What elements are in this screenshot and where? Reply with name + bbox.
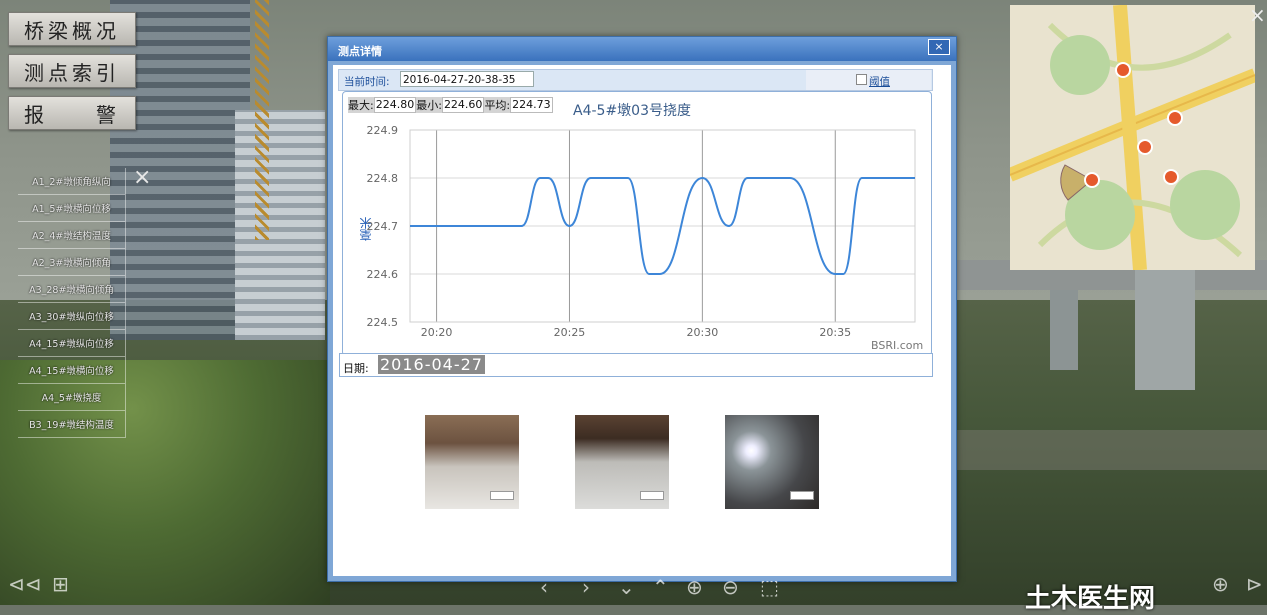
zoom-icon[interactable]: ⊕ [1212, 572, 1229, 596]
y-tick-label: 224.6 [367, 268, 399, 281]
alarm-button[interactable]: 报 警 [8, 96, 136, 130]
dialog-close-button[interactable]: × [928, 39, 950, 55]
rewind-icon[interactable]: ⊲⊲ [8, 572, 42, 596]
list-item[interactable]: A3_28#墩横向倾角 [18, 276, 126, 303]
grid-icon[interactable]: ⊞ [52, 572, 69, 596]
dialog-content: 当前时间: 2016-04-27-20-38-35 阈值 最大: 224.80 … [333, 65, 951, 576]
fullscreen-icon[interactable]: ⬚ [760, 575, 779, 599]
building-left [110, 0, 250, 340]
x-tick-label: 20:30 [687, 326, 719, 339]
x-tick-label: 20:20 [421, 326, 453, 339]
list-item[interactable]: A1_5#墩横向位移 [18, 195, 126, 222]
chart-panel: 最大: 224.80 最小: 224.60 平均: 224.73 A4-5#墩0… [342, 91, 932, 356]
point-list: A1_2#墩倾角纵向 A1_5#墩横向位移 A2_4#墩结构温度 A2_3#墩横… [18, 168, 126, 438]
crane [255, 0, 269, 240]
time-toolbar: 当前时间: 2016-04-27-20-38-35 阈值 [338, 69, 933, 91]
y-tick-label: 224.9 [367, 124, 399, 137]
threshold-checkbox[interactable] [856, 74, 867, 85]
y-tick-label: 224.7 [367, 220, 399, 233]
photo-tag [790, 491, 814, 500]
line-chart[interactable]: 224.9 224.8 224.7 224.6 224.5 20:20 20:25 20:30… [343, 92, 931, 355]
list-item[interactable]: A2_3#墩横向倾角 [18, 249, 126, 276]
minimap-roads [1010, 5, 1255, 270]
x-tick-label: 20:35 [819, 326, 851, 339]
list-item[interactable]: A3_30#墩纵向位移 [18, 303, 126, 330]
list-item[interactable]: A4_15#墩横向位移 [18, 357, 126, 384]
close-list-icon[interactable]: × [133, 165, 151, 190]
list-item[interactable]: A2_4#墩结构温度 [18, 222, 126, 249]
point-detail-dialog: 测点详情 × 当前时间: 2016-04-27-20-38-35 阈值 最大: … [327, 36, 957, 582]
date-bar: 日期: 2016-04-27 [339, 353, 933, 377]
pan-left-icon[interactable]: ‹ [540, 575, 548, 599]
bridge-minimap[interactable] [1010, 5, 1255, 270]
date-value[interactable]: 2016-04-27 [378, 355, 485, 374]
list-item[interactable]: B3_19#墩结构温度 [18, 411, 126, 438]
site-photo-1[interactable] [425, 415, 519, 509]
point-index-button[interactable]: 测点索引 [8, 54, 136, 88]
current-time-label: 当前时间: [344, 76, 390, 88]
dialog-title: 测点详情 [338, 45, 382, 58]
bridge-pillar-small [1050, 290, 1078, 370]
date-label: 日期: [343, 362, 369, 375]
threshold-label[interactable]: 阈值 [869, 74, 890, 89]
dialog-titlebar[interactable]: 测点详情 × [328, 37, 956, 61]
watermark: 土木医生网 [1025, 584, 1156, 614]
y-tick-label: 224.5 [367, 316, 399, 329]
current-time-field[interactable]: 2016-04-27-20-38-35 [400, 71, 534, 87]
zoom-out-icon[interactable]: ⊖ [722, 575, 739, 599]
pan-right-icon[interactable]: › [582, 575, 590, 599]
x-tick-label: 20:25 [554, 326, 586, 339]
pan-up-icon[interactable]: ⌃ [652, 575, 669, 599]
threshold-toggle[interactable]: 阈值 [806, 70, 931, 90]
close-icon[interactable]: × [1249, 3, 1266, 27]
building-middle [235, 110, 325, 340]
photo-tag [490, 491, 514, 500]
bridge-overview-button[interactable]: 桥梁概况 [8, 12, 136, 46]
zoom-in-icon[interactable]: ⊕ [686, 575, 703, 599]
list-item[interactable]: A1_2#墩倾角纵向 [18, 168, 126, 195]
photo-tag [640, 491, 664, 500]
pan-down-icon[interactable]: ⌄ [618, 575, 635, 599]
site-photo-2[interactable] [575, 415, 669, 509]
forward-icon[interactable]: ⊳ [1246, 572, 1263, 596]
chart-credit: BSRI.com [871, 339, 924, 352]
list-item[interactable]: A4_15#墩纵向位移 [18, 330, 126, 357]
site-photo-3[interactable] [725, 415, 819, 509]
list-item[interactable]: A4_5#墩挠度 [18, 384, 126, 411]
y-tick-label: 224.8 [367, 172, 399, 185]
